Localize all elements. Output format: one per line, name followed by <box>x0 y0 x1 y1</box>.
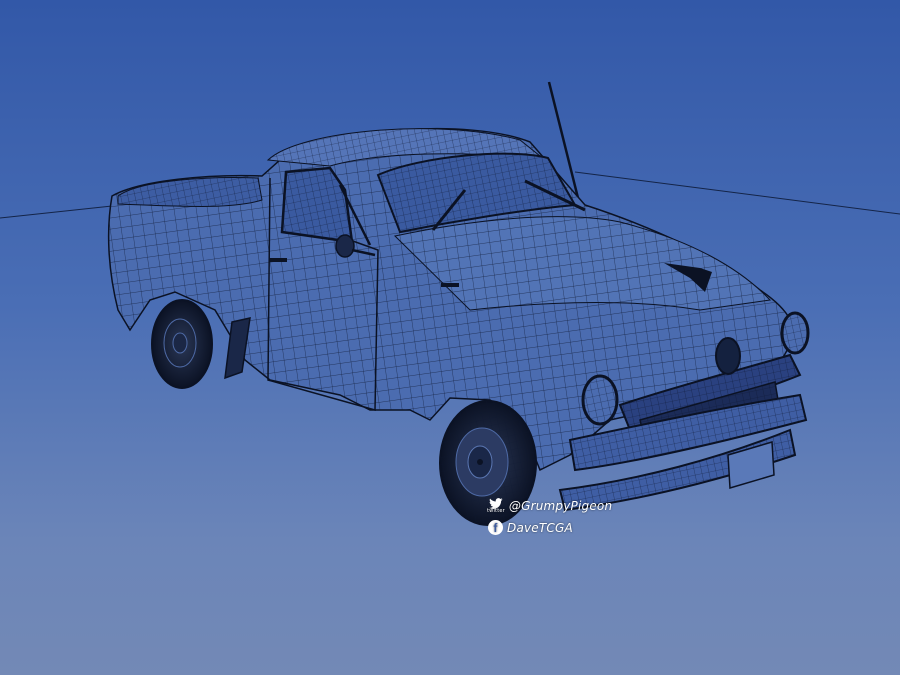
twitter-bird-icon: twitter <box>487 498 505 514</box>
twitter-wordmark: twitter <box>487 508 505 514</box>
facebook-name: DaveTCGA <box>507 520 573 535</box>
facebook-credit[interactable]: f DaveTCGA <box>488 520 573 535</box>
license-plate <box>727 441 775 489</box>
side-mirror <box>335 234 355 258</box>
twitter-credit[interactable]: twitter @GrumpyPigeon <box>487 498 612 514</box>
viewport[interactable]: twitter @GrumpyPigeon f DaveTCGA <box>0 0 900 675</box>
rear-wheel <box>151 299 213 389</box>
horizon-line-right <box>574 171 900 215</box>
twitter-handle: @GrumpyPigeon <box>508 499 613 513</box>
horizon-line-left <box>0 205 113 219</box>
wireframe-scene <box>0 81 900 526</box>
facebook-icon: f <box>488 520 503 535</box>
